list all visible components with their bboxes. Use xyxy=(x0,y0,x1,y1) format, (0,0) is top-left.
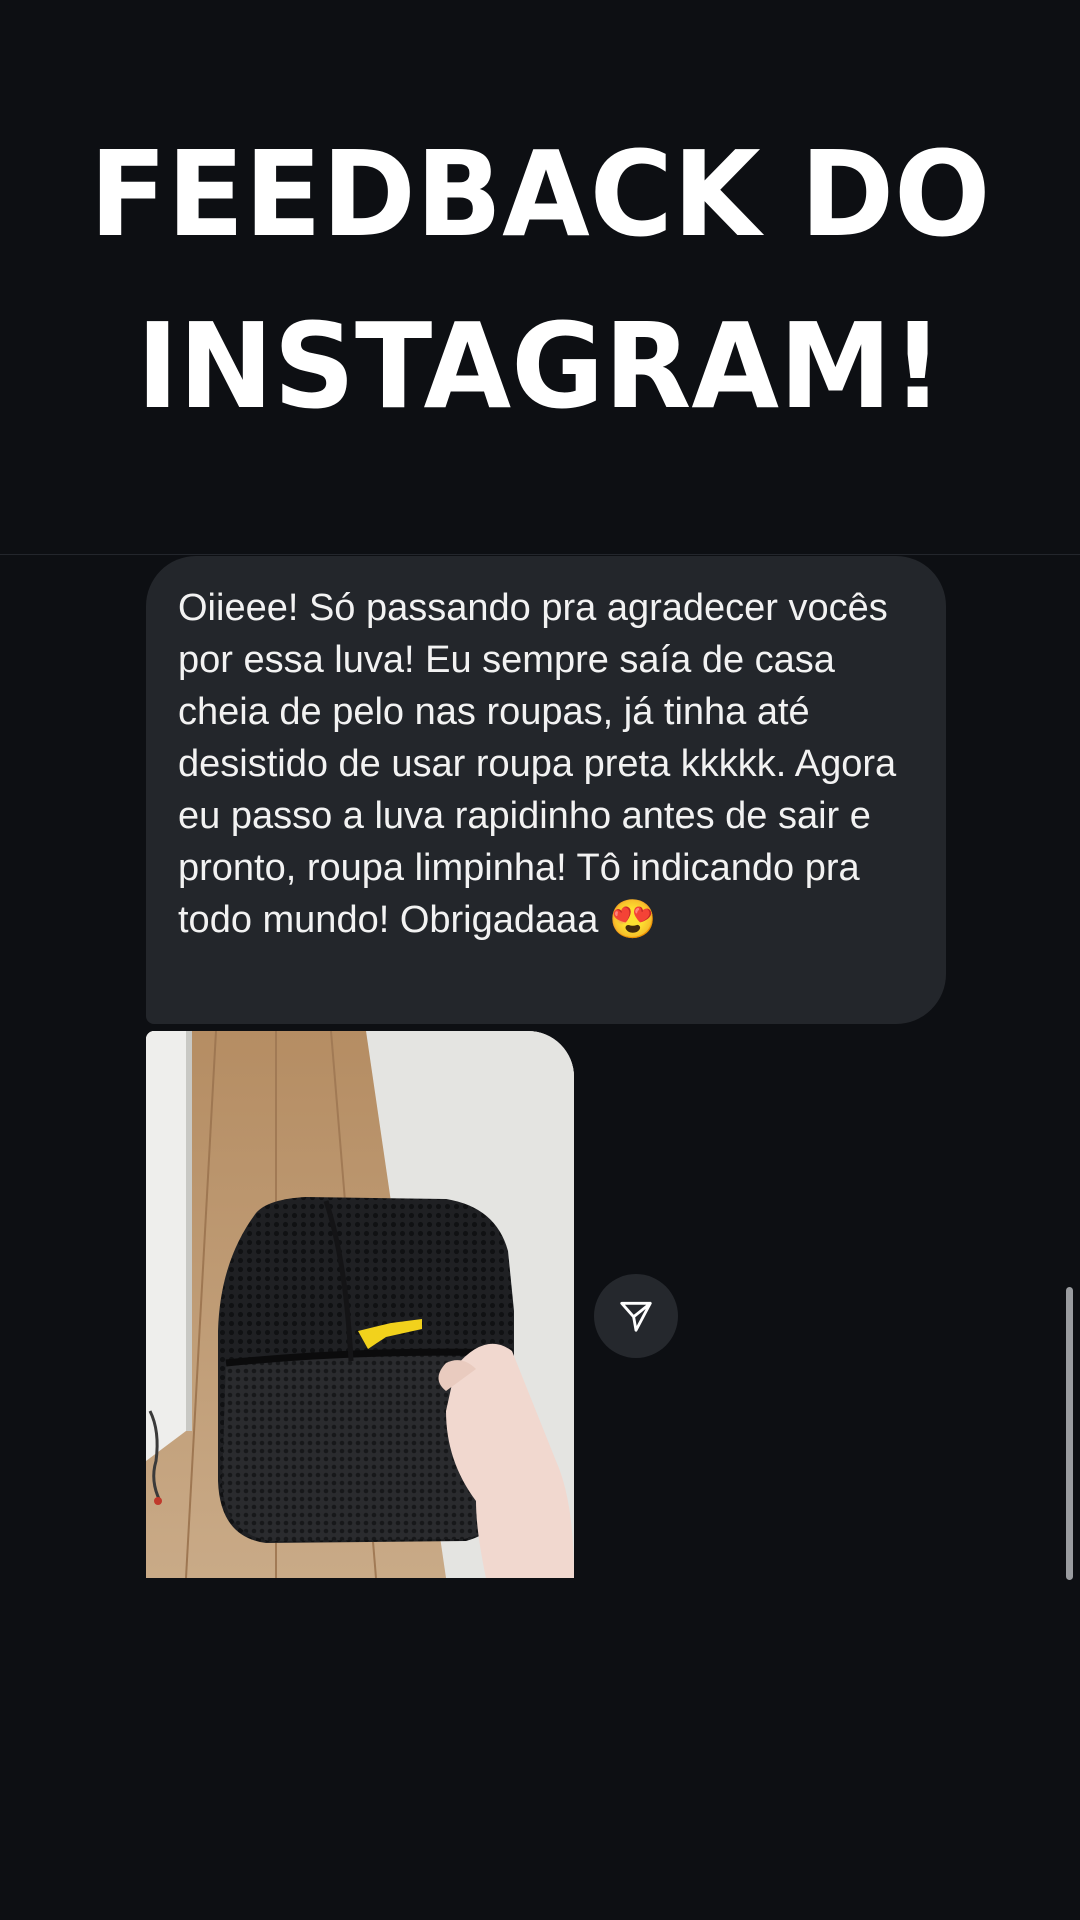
message-text: Oiieee! Só passando pra agradecer vocês … xyxy=(178,587,897,941)
glove-photo xyxy=(146,1031,574,1578)
title-line-1: FEEDBACK DO xyxy=(89,125,991,263)
message-photo[interactable] xyxy=(146,1031,574,1578)
page-title: FEEDBACK DO INSTAGRAM! xyxy=(22,108,1059,452)
divider xyxy=(0,554,1080,555)
share-button[interactable] xyxy=(594,1274,678,1358)
page: FEEDBACK DO INSTAGRAM! Oiieee! Só passan… xyxy=(0,0,1080,1920)
title-line-2: INSTAGRAM! xyxy=(136,297,944,435)
send-icon xyxy=(620,1301,652,1332)
scrollbar[interactable] xyxy=(1066,1287,1073,1580)
message-bubble[interactable]: Oiieee! Só passando pra agradecer vocês … xyxy=(146,556,946,1024)
